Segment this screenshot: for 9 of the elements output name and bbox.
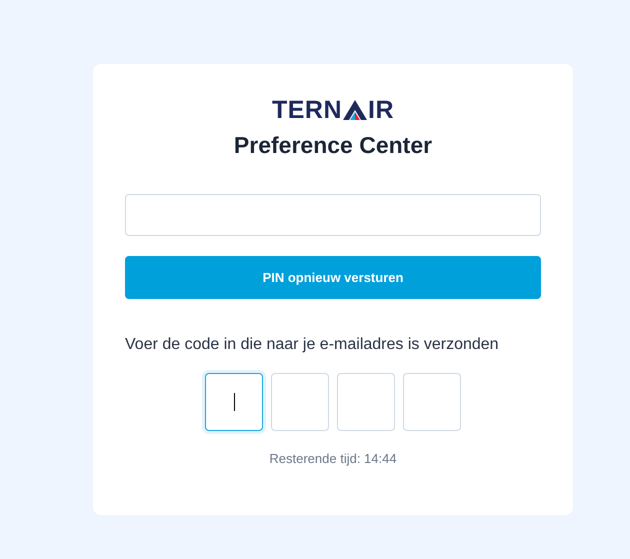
instruction-text: Voer de code in die naar je e-mailadres is verzonden [125,336,499,354]
remaining-time-text: Resterende tijd: 14:44 [269,451,397,466]
code-digit-field[interactable] [205,373,263,431]
email-field[interactable] [125,194,541,236]
triangle-logo-icon [343,100,368,120]
logo-text: TERN [272,98,342,122]
logo-text: IR [368,98,394,122]
resend-pin-button[interactable]: PIN opnieuw versturen [125,256,541,299]
page-title: Preference Center [234,132,432,159]
